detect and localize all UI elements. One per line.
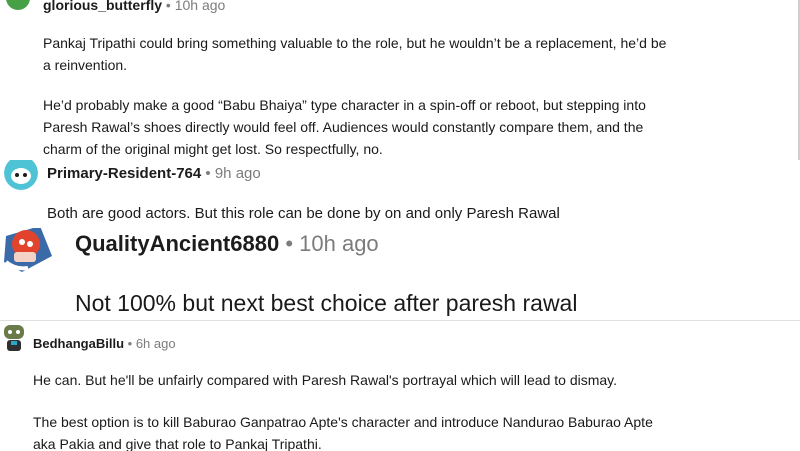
comment-text-line: charm of the original might get lost. So… (43, 141, 383, 157)
separator-dot: • (127, 336, 133, 351)
comment-author[interactable]: QualityAncient6880 • 10h ago (75, 231, 379, 257)
username[interactable]: glorious_butterfly (43, 0, 162, 13)
separator-dot: • (205, 165, 211, 182)
comment-author[interactable]: Primary-Resident-764 • 9h ago (47, 165, 261, 182)
username[interactable]: QualityAncient6880 (75, 231, 279, 256)
comment-author[interactable]: glorious_butterfly • 10h ago (43, 0, 225, 13)
timestamp[interactable]: 10h ago (299, 231, 379, 256)
username[interactable]: Primary-Resident-764 (47, 165, 201, 182)
comment-glorious-butterfly: glorious_butterfly • 10h ago Pankaj Trip… (0, 0, 800, 160)
comment-text-line: Pankaj Tripathi could bring something va… (43, 35, 667, 51)
user-avatar-icon[interactable] (6, 0, 30, 10)
snoo-avatar-red-icon[interactable] (0, 228, 56, 278)
comment-text-line: a reinvention. (43, 57, 128, 73)
separator-dot: • (165, 0, 171, 13)
timestamp[interactable]: 6h ago (136, 336, 176, 351)
comment-text-line: He can. But he'll be unfairly compared w… (33, 372, 618, 388)
username[interactable]: BedhangaBillu (33, 336, 124, 351)
comment-text-line: Both are good actors. But this role can … (47, 205, 560, 222)
comment-text-line: aka Pakia and give that role to Pankaj T… (33, 436, 322, 451)
comment-text-line: The best option is to kill Baburao Ganpa… (33, 414, 653, 430)
snoo-avatar-icon[interactable] (4, 160, 38, 190)
comment-text-line: Not 100% but next best choice after pare… (75, 290, 578, 316)
comment-primary-resident-764: Primary-Resident-764 • 9h ago Both are g… (0, 160, 800, 228)
timestamp[interactable]: 9h ago (215, 165, 261, 182)
comment-text-line: Paresh Rawal’s shoes directly would feel… (43, 119, 644, 135)
separator-dot: • (285, 231, 294, 256)
comment-author[interactable]: BedhangaBillu • 6h ago (33, 336, 176, 351)
comment-text-line: He’d probably make a good “Babu Bhaiya” … (43, 97, 646, 113)
comment-qualityancient6880: QualityAncient6880 • 10h ago Not 100% bu… (0, 228, 800, 320)
timestamp[interactable]: 10h ago (175, 0, 226, 13)
comment-bedhangabillu: BedhangaBillu • 6h ago He can. But he'll… (0, 320, 800, 451)
snoo-avatar-dark-icon[interactable] (2, 323, 26, 353)
